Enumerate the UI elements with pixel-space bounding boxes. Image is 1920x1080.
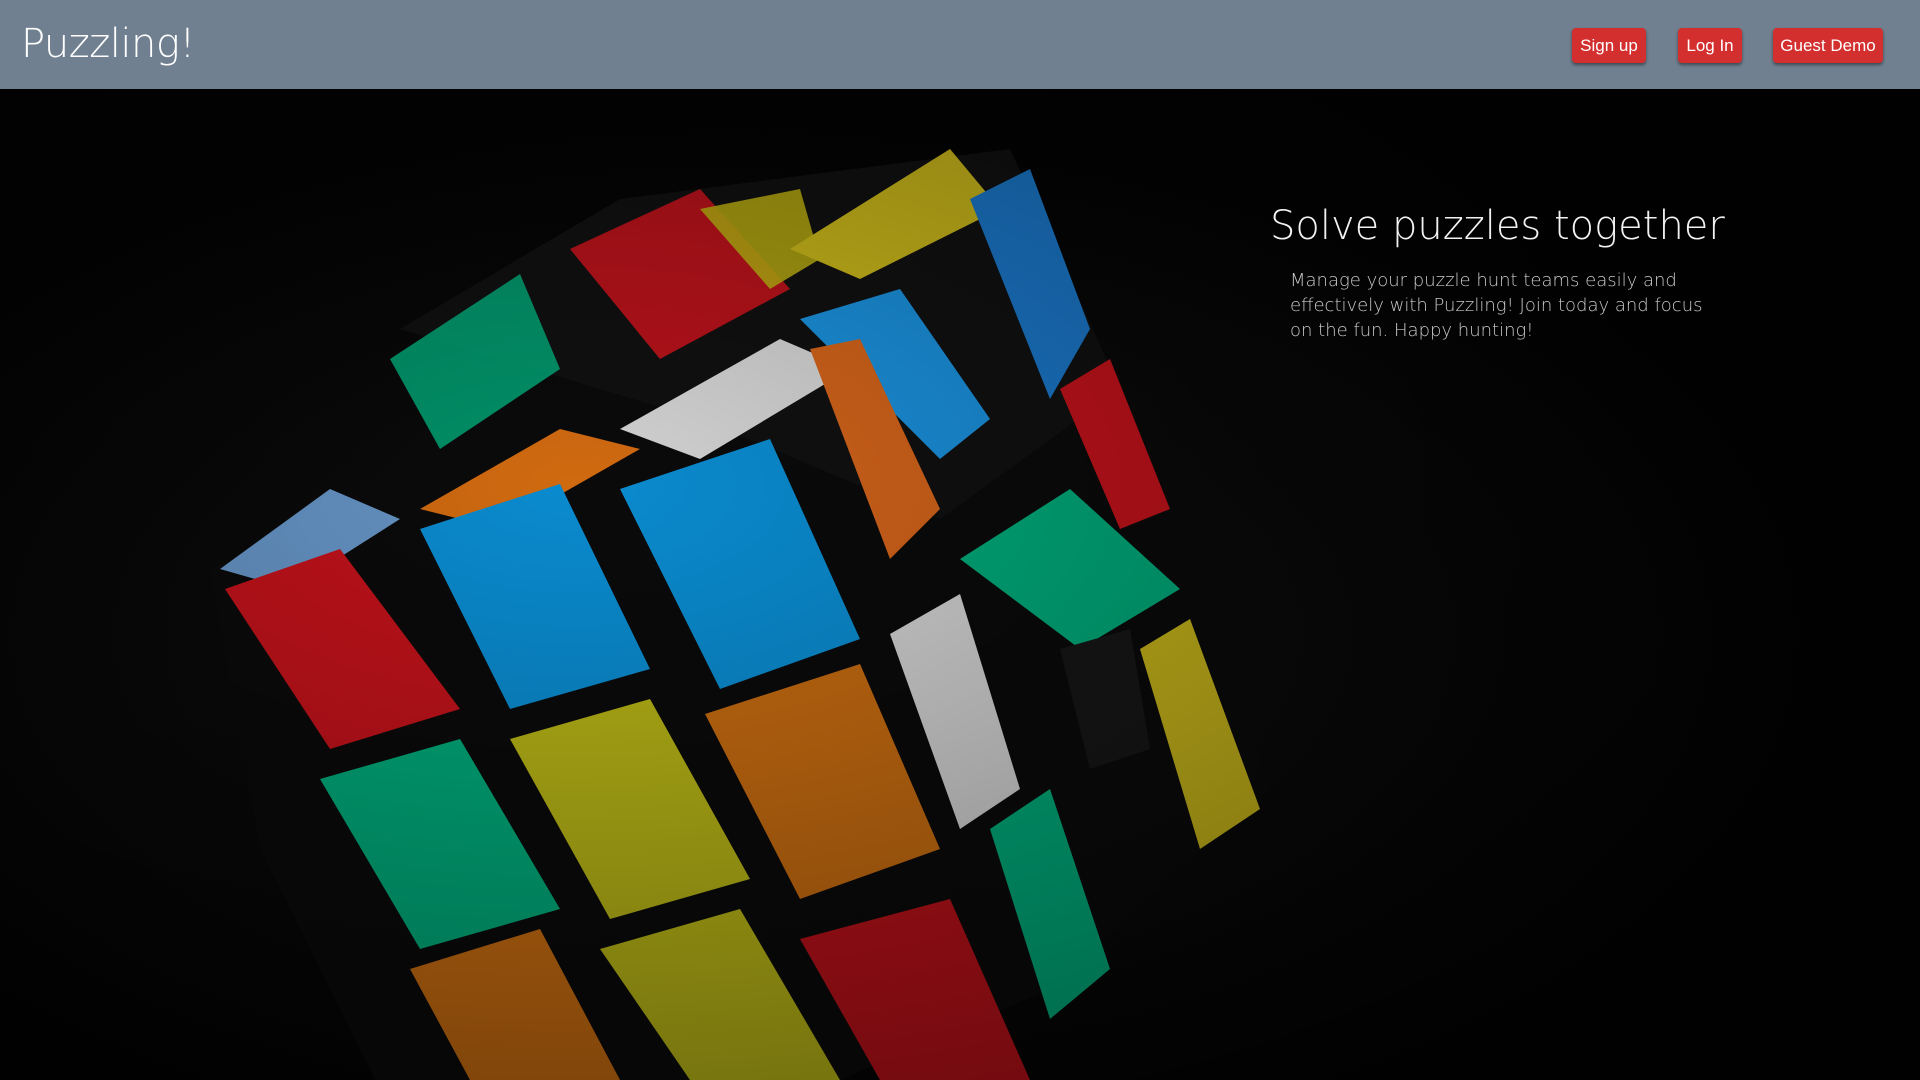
hero-title: Solve puzzles together	[1270, 203, 1725, 249]
signup-button[interactable]: Sign up	[1572, 28, 1646, 63]
guest-demo-button[interactable]: Guest Demo	[1773, 28, 1883, 63]
navbar: Puzzling! Sign up Log In Guest Demo	[0, 0, 1920, 89]
brand-logo[interactable]: Puzzling!	[21, 20, 195, 68]
hero-section: Solve puzzles together Manage your puzzl…	[0, 89, 1920, 1080]
hero-description: Manage your puzzle hunt teams easily and…	[1290, 270, 1703, 341]
login-button[interactable]: Log In	[1678, 28, 1742, 63]
